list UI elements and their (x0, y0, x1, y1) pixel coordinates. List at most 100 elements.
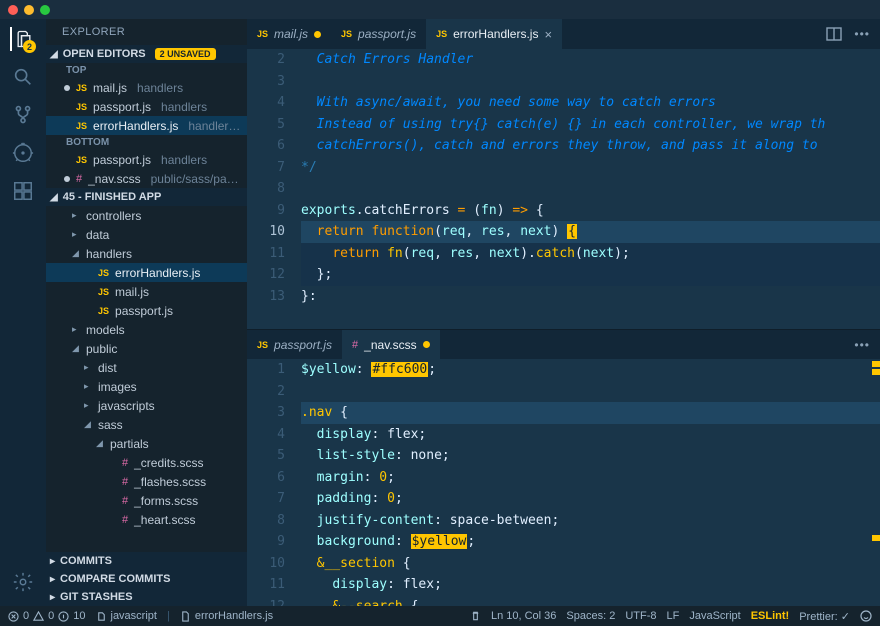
code-line[interactable]: return function(req, res, next) { (301, 221, 880, 243)
status-problems[interactable]: 0 0 10 (8, 610, 86, 622)
scss-icon: # (122, 457, 128, 469)
tree-item[interactable]: ◢ public (46, 339, 247, 358)
code-line[interactable]: list-style: none; (301, 445, 880, 467)
code-line[interactable]: &--search { (301, 596, 880, 607)
code-line[interactable] (301, 71, 880, 93)
minimize-window-button[interactable] (24, 5, 34, 15)
editor-tabs-bottom: JS passport.js # _nav.scss ••• (247, 329, 880, 359)
editor-tab[interactable]: JS passport.js (247, 330, 342, 359)
sidebar-section-header[interactable]: ▸COMPARE COMMITS (46, 570, 247, 588)
open-editor-item[interactable]: # _nav.scss public/sass/pa… (46, 169, 247, 188)
tree-item[interactable]: ▸controllers (46, 206, 247, 225)
code-line[interactable]: padding: 0; (301, 488, 880, 510)
code-line[interactable] (301, 178, 880, 200)
tree-item[interactable]: JSmail.js (46, 282, 247, 301)
close-window-button[interactable] (8, 5, 18, 15)
code-line[interactable]: background: $yellow; (301, 531, 880, 553)
code-line[interactable]: */ (301, 157, 880, 179)
status-prettier[interactable]: Prettier: ✓ (799, 610, 850, 623)
editor-tab[interactable]: JS mail.js (247, 19, 331, 49)
status-eol[interactable]: LF (667, 610, 680, 622)
settings-gear-icon[interactable] (11, 570, 35, 594)
tree-item[interactable]: #_credits.scss (46, 453, 247, 472)
status-eslint[interactable]: ESLint! (751, 610, 790, 622)
code-line[interactable]: $yellow: #ffc600; (301, 359, 880, 381)
code-line[interactable]: &__section { (301, 553, 880, 575)
editor-pane-top[interactable]: 2345678910111213 Catch Errors Handler Wi… (247, 49, 880, 329)
status-scope[interactable]: javascript (96, 610, 157, 622)
editor-tab[interactable]: JS passport.js (331, 19, 426, 49)
tree-item[interactable]: #_forms.scss (46, 491, 247, 510)
sidebar-section-header[interactable]: ▸COMMITS (46, 552, 247, 570)
search-icon[interactable] (11, 65, 35, 89)
close-tab-icon[interactable]: × (544, 27, 552, 42)
more-icon[interactable]: ••• (854, 27, 870, 41)
code-line[interactable]: With async/await, you need some way to c… (301, 92, 880, 114)
tree-item[interactable]: ▸images (46, 377, 247, 396)
tree-item[interactable]: ◢handlers (46, 244, 247, 263)
chevron-icon: ▸ (84, 400, 92, 411)
tree-item-label: _forms.scss (134, 494, 198, 508)
editor-group-label: TOP (46, 63, 247, 78)
code-line[interactable] (301, 381, 880, 403)
status-encoding[interactable]: UTF-8 (625, 610, 656, 622)
code-line[interactable]: Catch Errors Handler (301, 49, 880, 71)
debug-icon[interactable] (11, 141, 35, 165)
editor-tab[interactable]: JS errorHandlers.js × (426, 19, 562, 49)
code-line[interactable]: justify-content: space-between; (301, 510, 880, 532)
tree-item[interactable]: JSerrorHandlers.js (46, 263, 247, 282)
project-header[interactable]: ◢ 45 - FINISHED APP (46, 188, 247, 206)
status-lncol[interactable]: Ln 10, Col 36 (491, 610, 556, 622)
maximize-window-button[interactable] (40, 5, 50, 15)
open-editor-item[interactable]: JS errorHandlers.js handler… (46, 116, 247, 135)
open-editor-path: public/sass/pa… (151, 172, 239, 186)
open-editor-item[interactable]: JS mail.js handlers (46, 78, 247, 97)
tree-item[interactable]: ▸data (46, 225, 247, 244)
scss-icon: # (122, 476, 128, 488)
tree-item-label: javascripts (98, 399, 155, 413)
tree-item[interactable]: #_heart.scss (46, 510, 247, 529)
code-line[interactable]: display: flex; (301, 574, 880, 596)
unsaved-badge: 2 UNSAVED (155, 48, 216, 60)
open-editor-path: handlers (161, 100, 207, 114)
status-language[interactable]: JavaScript (689, 610, 740, 622)
code-line[interactable]: exports.catchErrors = (fn) => { (301, 200, 880, 222)
tree-item[interactable]: #_flashes.scss (46, 472, 247, 491)
code-line[interactable]: return fn(req, res, next).catch(next); (301, 243, 880, 265)
status-file[interactable]: errorHandlers.js (180, 610, 273, 622)
source-control-icon[interactable] (11, 103, 35, 127)
code-line[interactable]: Instead of using try{} catch(e) {} in ea… (301, 114, 880, 136)
code-line[interactable]: display: flex; (301, 424, 880, 446)
sidebar-section-header[interactable]: ▸GIT STASHES (46, 588, 247, 606)
tree-item[interactable]: ▸dist (46, 358, 247, 377)
code-line[interactable]: .nav { (301, 402, 880, 424)
tree-item[interactable]: ▸models (46, 320, 247, 339)
editor-tab[interactable]: # _nav.scss (342, 330, 440, 359)
open-editor-path: handlers (137, 81, 183, 95)
open-editors-header[interactable]: ◢ OPEN EDITORS 2 UNSAVED (46, 45, 247, 63)
editor-pane-bottom[interactable]: 123456789101112 $yellow: #ffc600;.nav { … (247, 359, 880, 606)
code-line[interactable]: catchErrors(), catch and errors they thr… (301, 135, 880, 157)
tree-item[interactable]: ▸ javascripts (46, 396, 247, 415)
tree-item[interactable]: ◢partials (46, 434, 247, 453)
split-editor-icon[interactable] (826, 27, 842, 41)
status-trash-icon[interactable] (470, 610, 481, 622)
tree-item[interactable]: JSpassport.js (46, 301, 247, 320)
code-line[interactable]: margin: 0; (301, 467, 880, 489)
code-line[interactable]: }: (301, 286, 880, 308)
tree-item-label: public (86, 342, 117, 356)
status-feedback-icon[interactable] (860, 610, 872, 622)
scss-icon: # (76, 173, 82, 185)
more-icon[interactable]: ••• (854, 338, 870, 352)
open-editor-item[interactable]: JS passport.js handlers (46, 150, 247, 169)
modified-dot-icon (64, 104, 70, 110)
code-line[interactable]: }; (301, 264, 880, 286)
extensions-icon[interactable] (11, 179, 35, 203)
open-editor-item[interactable]: JS passport.js handlers (46, 97, 247, 116)
tree-item[interactable]: ◢sass (46, 415, 247, 434)
js-icon: JS (257, 29, 268, 39)
js-icon: JS (76, 102, 87, 112)
chevron-icon: ◢ (72, 343, 80, 354)
status-spaces[interactable]: Spaces: 2 (566, 610, 615, 622)
explorer-icon[interactable]: 2 (10, 27, 34, 51)
